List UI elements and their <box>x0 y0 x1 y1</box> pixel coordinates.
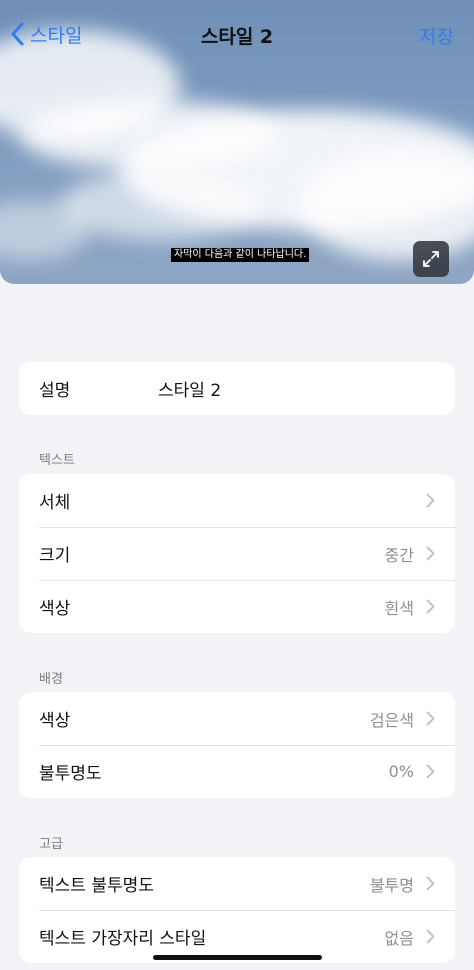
text-edge-style-label: 텍스트 가장자리 스타일 <box>39 929 207 949</box>
text-settings-card: 서체 크기 중간 색상 흰색 <box>19 474 455 633</box>
background-opacity-label: 불투명도 <box>39 764 102 784</box>
description-field[interactable] <box>158 378 418 399</box>
text-opacity-label: 텍스트 불투명도 <box>39 876 154 896</box>
size-label: 크기 <box>39 546 71 566</box>
background-color-value: 검은색 <box>369 710 414 730</box>
advanced-settings-card: 텍스트 불투명도 불투명 텍스트 가장자리 스타일 없음 <box>19 857 455 963</box>
size-value: 중간 <box>384 545 414 565</box>
section-header-text: 텍스트 <box>39 453 75 468</box>
size-row[interactable]: 크기 중간 <box>19 527 455 580</box>
page-title: 스타일 2 <box>200 26 274 48</box>
text-opacity-row[interactable]: 텍스트 불투명도 불투명 <box>19 857 455 910</box>
chevron-right-icon <box>426 929 435 944</box>
chevron-right-icon <box>426 876 435 891</box>
background-settings-card: 색상 검은색 불투명도 0% <box>19 692 455 798</box>
section-header-background: 배경 <box>39 672 63 687</box>
text-color-label: 색상 <box>39 599 71 619</box>
chevron-right-icon <box>426 711 435 726</box>
text-opacity-value: 불투명 <box>369 875 414 895</box>
text-color-value: 흰색 <box>384 598 414 618</box>
text-edge-style-value: 없음 <box>384 928 414 948</box>
expand-icon <box>423 251 439 267</box>
save-button[interactable]: 저장 <box>419 22 454 49</box>
chevron-right-icon <box>426 599 435 614</box>
description-card: 설명 <box>19 362 455 415</box>
home-indicator[interactable] <box>153 955 322 960</box>
description-label: 설명 <box>39 381 71 401</box>
font-row[interactable]: 서체 <box>19 474 455 527</box>
background-opacity-value: 0% <box>388 762 414 781</box>
text-color-row[interactable]: 색상 흰색 <box>19 580 455 633</box>
description-row: 설명 <box>19 362 455 415</box>
navigation-bar: 스타일 스타일 2 저장 <box>0 14 474 54</box>
background-color-row[interactable]: 색상 검은색 <box>19 692 455 745</box>
chevron-right-icon <box>426 546 435 561</box>
font-label: 서체 <box>39 493 71 513</box>
chevron-right-icon <box>426 493 435 508</box>
expand-preview-button[interactable] <box>413 241 449 277</box>
caption-preview: 스타일 스타일 2 저장 자막이 다음과 같이 나타납니다. <box>0 0 474 284</box>
background-opacity-row[interactable]: 불투명도 0% <box>19 745 455 798</box>
section-header-advanced: 고급 <box>39 837 63 852</box>
caption-sample: 자막이 다음과 같이 나타납니다. <box>171 248 310 262</box>
chevron-right-icon <box>426 764 435 779</box>
background-color-label: 색상 <box>39 711 71 731</box>
